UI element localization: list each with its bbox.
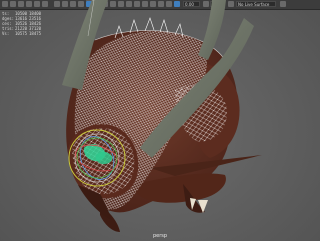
maya-viewport[interactable]: 0.00 1.00 No Live Surface ts: 10500 1840… [0,0,320,241]
camera-name-label: persp [152,233,168,239]
scene-render[interactable] [0,0,320,241]
